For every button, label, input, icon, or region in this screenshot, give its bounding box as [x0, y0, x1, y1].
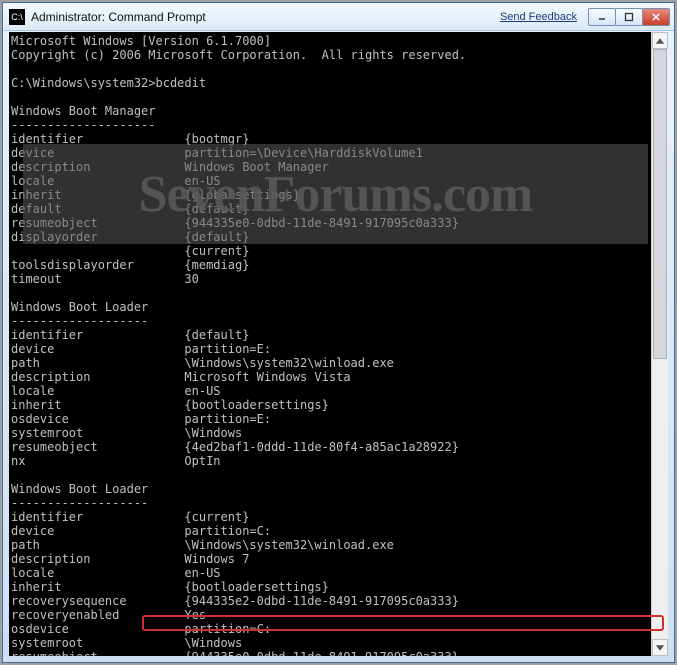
scroll-up-button[interactable]: [652, 32, 668, 49]
minimize-button[interactable]: [588, 8, 616, 26]
titlebar[interactable]: C:\ Administrator: Command Prompt Send F…: [3, 3, 674, 31]
cmd-icon: C:\: [9, 9, 25, 25]
window-title: Administrator: Command Prompt: [31, 10, 206, 24]
console-area: Microsoft Windows [Version 6.1.7000] Cop…: [9, 32, 668, 656]
scroll-down-button[interactable]: [652, 639, 668, 656]
scroll-track[interactable]: [652, 49, 668, 639]
close-button[interactable]: [642, 8, 670, 26]
maximize-button[interactable]: [615, 8, 643, 26]
console-output[interactable]: Microsoft Windows [Version 6.1.7000] Cop…: [9, 32, 651, 656]
scroll-thumb[interactable]: [653, 49, 667, 359]
command-prompt-window: C:\ Administrator: Command Prompt Send F…: [2, 2, 675, 663]
vertical-scrollbar[interactable]: [651, 32, 668, 656]
send-feedback-link[interactable]: Send Feedback: [500, 11, 577, 23]
